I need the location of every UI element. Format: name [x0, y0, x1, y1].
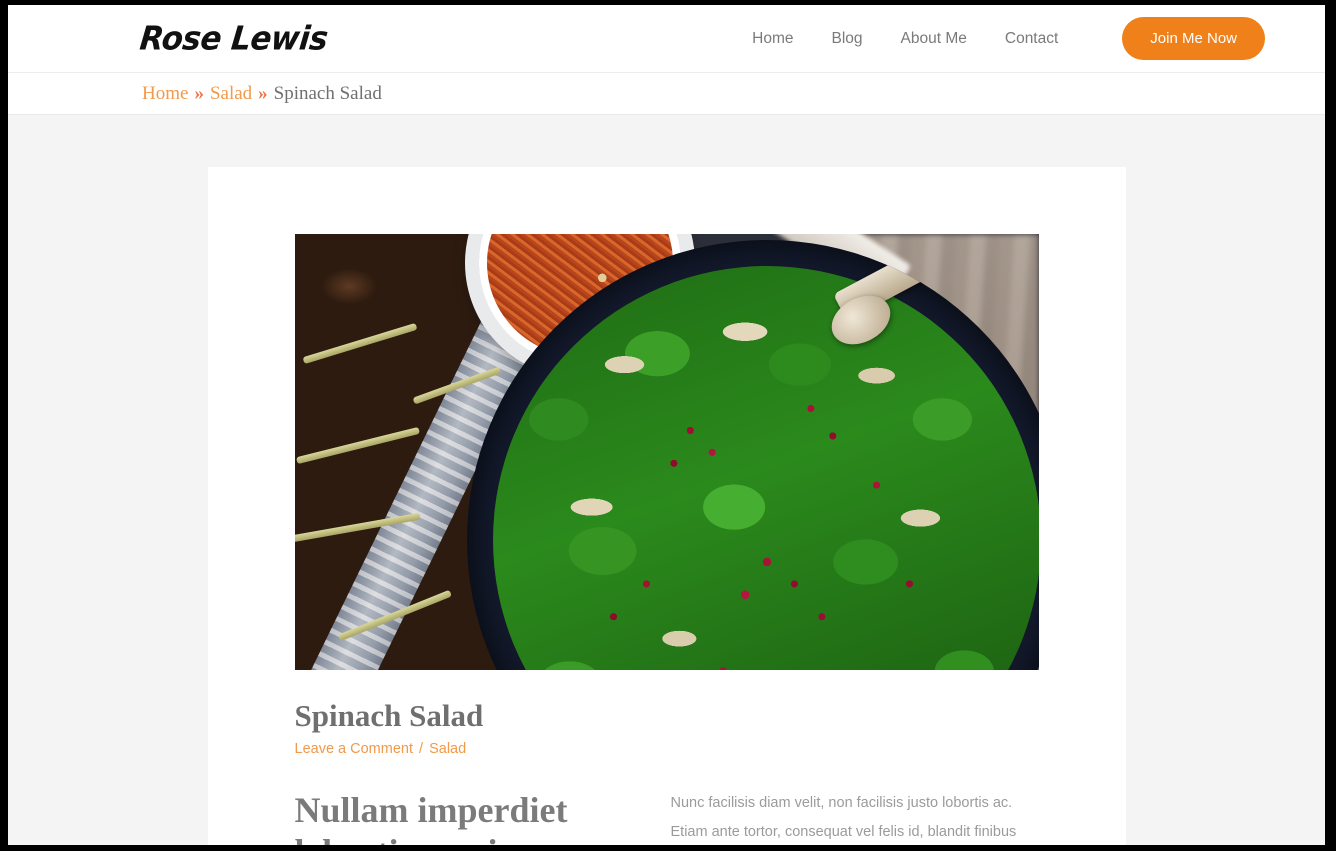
breadcrumb: Home » Salad » Spinach Salad [8, 73, 1325, 115]
post-body: Nullam imperdiet lobortis maximus Nunc f… [295, 789, 1039, 845]
leave-a-comment-link[interactable]: Leave a Comment [295, 741, 413, 757]
nav-item-about-me[interactable]: About Me [901, 30, 967, 48]
post-category-link[interactable]: Salad [429, 741, 466, 757]
post-body-heading: Nullam imperdiet lobortis maximus [294, 790, 568, 845]
breadcrumb-separator: » [194, 82, 204, 104]
breadcrumb-item-home[interactable]: Home [142, 83, 188, 105]
breadcrumb-separator: » [258, 82, 268, 104]
nav-item-blog[interactable]: Blog [831, 30, 862, 48]
post-title: Spinach Salad [294, 698, 484, 733]
post-body-paragraph: Nunc facilisis diam velit, non facilisis… [670, 795, 1017, 840]
site-header: Rose Lewis Home Blog About Me Contact Jo… [8, 5, 1325, 73]
main-content: Spinach Salad Leave a Comment / Salad Nu… [8, 115, 1325, 845]
post-meta-separator: / [414, 741, 428, 757]
nav-item-contact[interactable]: Contact [1005, 30, 1058, 48]
featured-image [294, 234, 1039, 670]
primary-navigation: Home Blog About Me Contact Join Me Now [752, 17, 1265, 60]
browser-viewport: Rose Lewis Home Blog About Me Contact Jo… [8, 5, 1325, 845]
article-card: Spinach Salad Leave a Comment / Salad Nu… [207, 167, 1126, 845]
nav-item-home[interactable]: Home [752, 30, 793, 48]
breadcrumb-item-current: Spinach Salad [273, 82, 382, 104]
photo-salad-contents [492, 266, 1039, 670]
breadcrumb-item-salad[interactable]: Salad [210, 83, 252, 105]
site-logo[interactable]: Rose Lewis [138, 19, 329, 57]
join-me-now-button[interactable]: Join Me Now [1122, 17, 1265, 60]
post-meta: Leave a Comment / Salad [295, 741, 1039, 757]
